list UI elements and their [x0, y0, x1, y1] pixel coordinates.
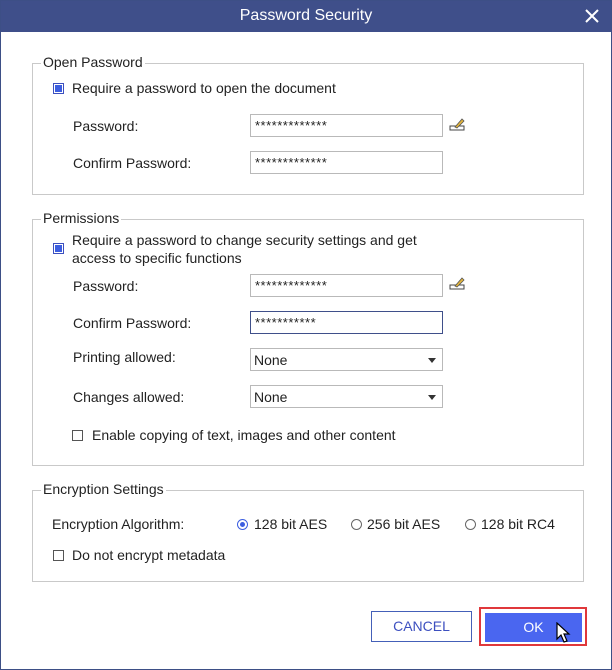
encryption-settings-group: Encryption Settings [32, 481, 584, 582]
printing-allowed-select[interactable]: None [250, 348, 443, 371]
changes-allowed-label: Changes allowed: [73, 389, 185, 405]
cancel-button[interactable]: CANCEL [371, 611, 472, 642]
radio-256-aes[interactable] [351, 519, 362, 530]
changes-allowed-value: None [254, 389, 288, 405]
radio-128-rc4-label: 128 bit RC4 [481, 516, 555, 532]
open-password-legend: Open Password [41, 54, 145, 70]
ok-button[interactable]: OK [485, 613, 582, 642]
radio-128-rc4[interactable] [465, 519, 476, 530]
permissions-password-label: Password: [73, 278, 139, 294]
enable-copying-checkbox[interactable] [72, 430, 83, 441]
chevron-down-icon [428, 358, 436, 363]
require-open-password-checkbox[interactable] [53, 83, 64, 94]
do-not-encrypt-metadata-checkbox[interactable] [53, 550, 64, 561]
do-not-encrypt-metadata-label: Do not encrypt metadata [72, 547, 226, 563]
chevron-down-icon [428, 395, 436, 400]
radio-256-aes-label: 256 bit AES [367, 516, 441, 532]
require-permissions-password-checkbox[interactable] [53, 243, 64, 254]
radio-128-aes-label: 128 bit AES [254, 516, 328, 532]
require-permissions-label-line1: Require a password to change security se… [72, 232, 417, 248]
encryption-settings-legend: Encryption Settings [41, 481, 166, 497]
permissions-confirm-password-field[interactable]: *********** [250, 311, 443, 334]
open-password-field[interactable]: ************* [250, 114, 443, 137]
dialog-title: Password Security [239, 7, 373, 24]
open-confirm-password-field[interactable]: ************* [250, 151, 443, 174]
open-confirm-password-label: Confirm Password: [73, 155, 192, 171]
edit-password-icon[interactable] [449, 116, 467, 132]
require-permissions-label-line2: access to specific functions [72, 250, 242, 266]
changes-allowed-select[interactable]: None [250, 385, 443, 408]
edit-permissions-password-icon[interactable] [449, 275, 467, 291]
title-bar[interactable]: Password Security [1, 1, 611, 32]
permissions-confirm-password-label: Confirm Password: [73, 315, 192, 331]
enable-copying-label: Enable copying of text, images and other… [92, 427, 396, 443]
radio-128-aes[interactable] [237, 519, 248, 530]
password-security-dialog: Password Security Open Password Require … [0, 0, 612, 670]
close-icon[interactable] [583, 7, 601, 25]
encryption-algorithm-label: Encryption Algorithm: [52, 516, 185, 532]
printing-allowed-label: Printing allowed: [73, 349, 176, 365]
open-password-label: Password: [73, 118, 139, 134]
permissions-legend: Permissions [41, 210, 122, 226]
permissions-password-field[interactable]: ************* [250, 274, 443, 297]
printing-allowed-value: None [254, 352, 288, 368]
require-open-password-label: Require a password to open the document [72, 80, 336, 96]
